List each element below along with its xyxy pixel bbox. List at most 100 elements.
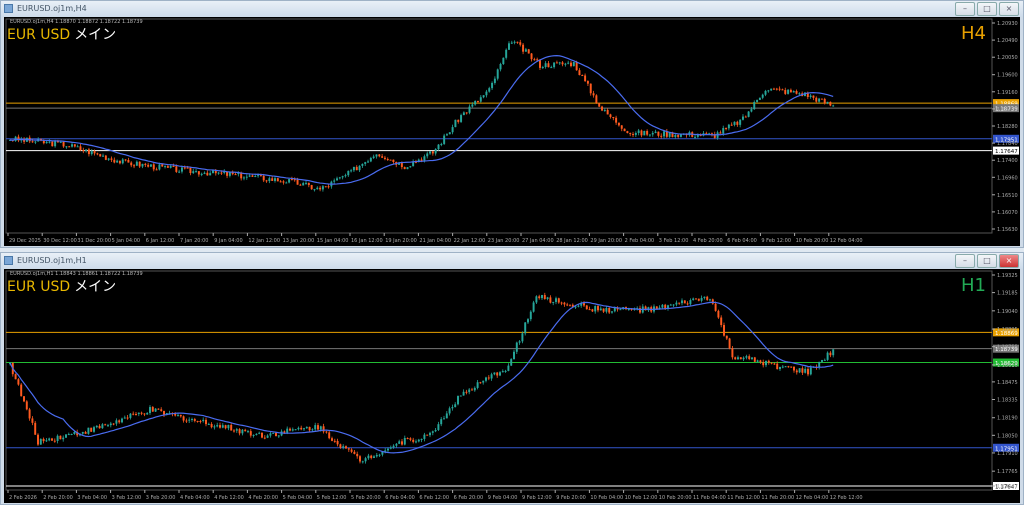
x-tick-label: 5 Jan 04:00 xyxy=(112,238,140,244)
candle-body xyxy=(169,166,172,168)
x-tick-label: 6 Feb 20:00 xyxy=(454,495,484,501)
candle-body xyxy=(476,382,479,388)
y-tick-label: 1.18475 xyxy=(997,380,1018,386)
candle-body xyxy=(709,299,711,301)
price-chart[interactable]: 1.18869 1.18739 1.18629 1.17951 1.17647 1.193… xyxy=(4,269,1020,503)
candle-body xyxy=(448,132,451,135)
candle-body xyxy=(81,431,84,434)
candle-body xyxy=(73,144,76,147)
candle-body xyxy=(753,102,756,110)
candle-body xyxy=(700,298,703,301)
candle-body xyxy=(507,365,510,371)
candle-body xyxy=(193,419,196,421)
minimize-button[interactable]: – xyxy=(955,254,975,268)
moving-average-line xyxy=(9,301,834,454)
candle-body xyxy=(205,419,207,425)
candle-body xyxy=(112,423,115,425)
y-tick-label: 1.15630 xyxy=(997,227,1018,233)
candle-body xyxy=(420,438,423,440)
candle-body xyxy=(276,178,279,182)
plot-frame xyxy=(5,18,993,234)
x-tick-label: 9 Feb 20:00 xyxy=(556,495,586,501)
candle-body xyxy=(563,302,566,305)
candle-body xyxy=(532,302,535,312)
candle-body xyxy=(328,432,331,439)
candle-body xyxy=(154,408,157,412)
maximize-button[interactable]: □ xyxy=(977,254,997,268)
candle-body xyxy=(725,335,728,339)
candle-body xyxy=(598,103,601,107)
candle-body xyxy=(561,62,564,65)
symbol-name: EUR USD xyxy=(7,279,71,295)
candle-body xyxy=(586,81,589,84)
candle-body xyxy=(113,159,116,163)
candle-body xyxy=(144,163,147,165)
candle-body xyxy=(589,83,592,94)
candle-body xyxy=(423,434,426,439)
candle-body xyxy=(443,418,445,420)
candle-body xyxy=(552,301,555,303)
y-tick-label: 1.16070 xyxy=(997,210,1018,216)
candle-body xyxy=(290,179,293,181)
close-button[interactable]: × xyxy=(999,2,1019,16)
candle-body xyxy=(336,440,339,445)
candle-body xyxy=(515,342,518,352)
candle-body xyxy=(417,439,420,442)
candle-body xyxy=(398,441,401,444)
candle-body xyxy=(118,160,121,164)
candle-body xyxy=(731,348,734,358)
candle-body xyxy=(437,144,440,150)
candle-body xyxy=(784,90,787,94)
close-button[interactable]: × xyxy=(999,254,1019,268)
candle-body xyxy=(820,98,823,100)
window-title-bar[interactable]: EURUSD.oj1m,H1 – □ × xyxy=(1,253,1023,269)
candle-body xyxy=(518,341,521,343)
candle-body xyxy=(146,412,149,415)
candle-body xyxy=(426,434,429,436)
candle-body xyxy=(319,426,322,430)
maximize-button[interactable]: □ xyxy=(977,2,997,16)
candle-body xyxy=(104,424,107,426)
candle-body xyxy=(767,90,770,92)
minimize-button[interactable]: – xyxy=(955,2,975,16)
candle-body xyxy=(364,458,367,462)
candle-body xyxy=(460,115,463,122)
candle-body xyxy=(772,88,775,90)
candle-body xyxy=(620,125,623,129)
candle-body xyxy=(76,146,79,148)
candle-body xyxy=(756,99,759,103)
candle-body xyxy=(195,171,198,173)
candle-body xyxy=(543,295,546,299)
candle-body xyxy=(504,370,507,372)
candle-body xyxy=(804,368,807,373)
candle-body xyxy=(516,41,519,43)
candle-body xyxy=(255,433,258,435)
window-title-bar[interactable]: EURUSD.oj1m,H4 – □ × xyxy=(1,1,1023,17)
candle-body xyxy=(271,178,274,181)
candle-body xyxy=(235,429,238,431)
candle-body xyxy=(451,127,454,133)
candle-body xyxy=(177,414,179,416)
candle-body xyxy=(784,366,787,368)
candle-body xyxy=(733,121,736,125)
candle-body xyxy=(279,181,282,183)
candle-body xyxy=(277,435,280,437)
candle-body xyxy=(234,174,237,176)
x-tick-label: 5 Feb 20:00 xyxy=(351,495,381,501)
timeframe-label: H4 xyxy=(961,23,986,44)
candle-body xyxy=(96,153,99,155)
candle-body xyxy=(605,307,608,312)
candle-body xyxy=(747,111,750,117)
candle-body xyxy=(809,367,812,375)
candle-body xyxy=(557,298,560,303)
candle-body xyxy=(612,116,615,118)
candle-body xyxy=(474,100,477,105)
candle-body xyxy=(192,171,195,174)
candle-body xyxy=(502,57,505,64)
candle-body xyxy=(274,178,276,181)
price-chart[interactable]: 1.188691.187391.179511.176471.209301.204… xyxy=(4,17,1020,246)
candle-body xyxy=(795,370,798,373)
candle-body xyxy=(765,360,767,366)
chart-label: メイン xyxy=(74,27,117,43)
candle-body xyxy=(602,308,605,312)
